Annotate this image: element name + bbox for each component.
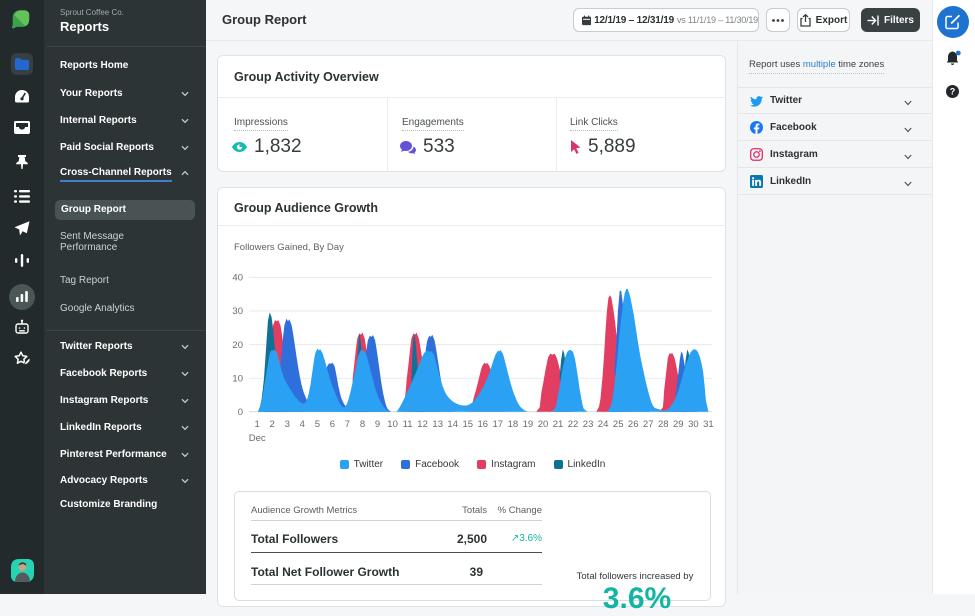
svg-text:29: 29 xyxy=(673,419,684,430)
svg-text:1: 1 xyxy=(255,419,260,430)
svg-text:19: 19 xyxy=(523,419,534,430)
svg-text:28: 28 xyxy=(658,419,669,430)
svg-text:30: 30 xyxy=(688,419,699,430)
svg-text:5: 5 xyxy=(315,419,320,430)
svg-text:12: 12 xyxy=(417,419,428,430)
svg-text:9: 9 xyxy=(375,419,380,430)
svg-text:10: 10 xyxy=(232,373,243,384)
svg-text:11: 11 xyxy=(403,419,413,430)
svg-text:14: 14 xyxy=(447,419,458,430)
svg-text:0: 0 xyxy=(238,407,243,418)
svg-text:7: 7 xyxy=(345,419,350,430)
svg-text:20: 20 xyxy=(538,419,549,430)
svg-text:6: 6 xyxy=(330,419,335,430)
svg-text:30: 30 xyxy=(232,306,243,317)
svg-text:18: 18 xyxy=(508,419,519,430)
svg-text:8: 8 xyxy=(360,419,365,430)
svg-text:24: 24 xyxy=(598,419,609,430)
svg-text:25: 25 xyxy=(613,419,624,430)
svg-text:2: 2 xyxy=(270,419,275,430)
svg-text:31: 31 xyxy=(703,419,714,430)
svg-text:Dec: Dec xyxy=(249,433,266,444)
svg-text:21: 21 xyxy=(553,419,564,430)
svg-text:10: 10 xyxy=(387,419,398,430)
svg-text:23: 23 xyxy=(583,419,594,430)
svg-text:26: 26 xyxy=(628,419,639,430)
svg-text:13: 13 xyxy=(432,419,443,430)
svg-text:15: 15 xyxy=(463,419,474,430)
svg-text:27: 27 xyxy=(643,419,654,430)
svg-text:20: 20 xyxy=(232,340,243,351)
svg-text:40: 40 xyxy=(232,273,243,284)
svg-text:22: 22 xyxy=(568,419,579,430)
svg-text:?: ? xyxy=(950,87,956,97)
svg-text:4: 4 xyxy=(300,419,305,430)
svg-text:16: 16 xyxy=(478,419,489,430)
svg-text:3: 3 xyxy=(285,419,290,430)
svg-text:17: 17 xyxy=(493,419,504,430)
